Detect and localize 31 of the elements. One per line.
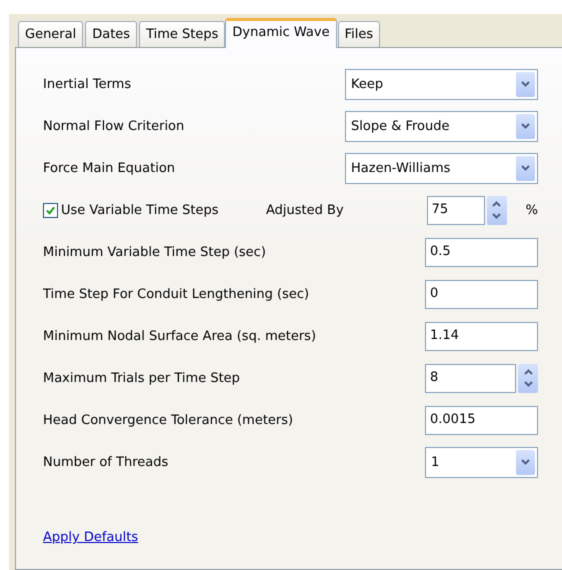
tab[interactable]: Time Steps: [139, 21, 226, 47]
text-field[interactable]: 0.0015: [425, 406, 538, 434]
field-label: Head Convergence Tolerance (meters): [43, 412, 294, 428]
dropdown[interactable]: Keep: [345, 68, 538, 100]
checkbox-label[interactable]: Use Variable Time Steps: [61, 202, 219, 218]
field-label: Adjusted By: [266, 202, 345, 218]
tab[interactable]: Dates: [85, 21, 138, 47]
dropdown[interactable]: Slope & Froude: [345, 110, 538, 142]
field-label: Maximum Trials per Time Step: [43, 370, 241, 386]
field-label: Number of Threads: [43, 454, 170, 470]
text-field[interactable]: 0: [425, 280, 538, 308]
dropdown[interactable]: 1: [425, 446, 538, 478]
field-label: Inertial Terms: [43, 76, 132, 92]
field-label: Force Main Equation: [43, 160, 176, 176]
tab[interactable]: Dynamic Wave: [225, 18, 337, 48]
tab[interactable]: Files: [338, 21, 380, 47]
spin-buttons[interactable]: [486, 196, 507, 224]
dropdown[interactable]: Hazen-Williams: [345, 152, 538, 184]
text-field[interactable]: 0.5: [425, 238, 538, 266]
apply-defaults-link[interactable]: Apply Defaults: [43, 530, 138, 545]
number-field[interactable]: 75: [426, 196, 485, 224]
checkbox[interactable]: [43, 202, 58, 218]
unit-label: %: [526, 202, 538, 218]
tab[interactable]: General: [18, 21, 84, 47]
field-label: Minimum Nodal Surface Area (sq. meters): [43, 328, 318, 344]
number-field[interactable]: 8: [425, 364, 516, 392]
field-label: Minimum Variable Time Step (sec): [43, 244, 267, 260]
field-label: Normal Flow Criterion: [43, 118, 186, 134]
spin-buttons[interactable]: [518, 364, 538, 392]
text-field[interactable]: 1.14: [425, 322, 538, 350]
field-label: Time Step For Conduit Lengthening (sec): [43, 286, 310, 302]
